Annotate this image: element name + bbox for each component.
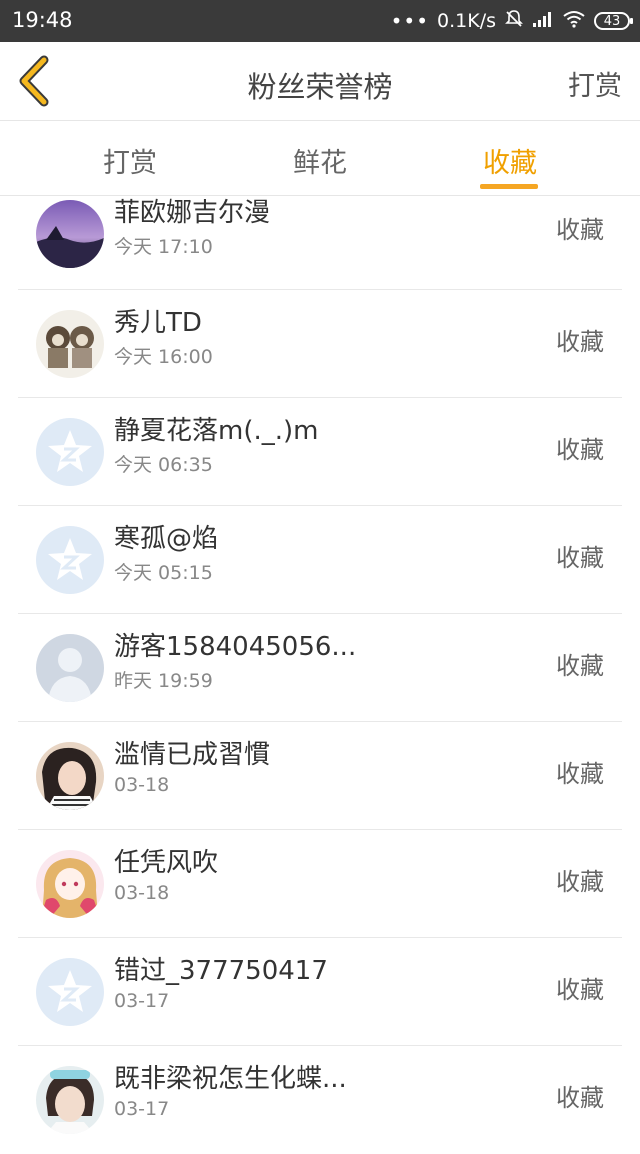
user-avatar — [36, 634, 104, 702]
user-time: 今天 05:15 — [114, 562, 213, 584]
user-time: 03-17 — [114, 990, 170, 1012]
battery-icon: 43 — [594, 12, 633, 30]
page-title: 粉丝荣誉榜 — [247, 70, 393, 104]
default-qzone-avatar-icon — [36, 526, 104, 594]
user-avatar — [36, 850, 104, 918]
user-name: 寒孤@焰 — [114, 524, 219, 554]
user-avatar — [36, 1066, 104, 1134]
action-type: 收藏 — [556, 544, 604, 572]
user-name: 菲欧娜吉尔漫 — [114, 198, 271, 228]
user-name: 错过_377750417 — [114, 956, 328, 986]
list-item[interactable]: 滥情已成習慣 03-18 收藏 — [18, 722, 622, 830]
network-speed: 0.1K/s — [437, 10, 496, 32]
user-time: 昨天 19:59 — [114, 670, 213, 692]
tab-reward[interactable]: 打赏 — [70, 141, 190, 180]
user-avatar — [36, 526, 104, 594]
status-right: ••• 0.1K/s 43 — [390, 8, 633, 34]
signal-icon — [532, 10, 554, 33]
app-header: 粉丝荣誉榜 打赏 — [0, 42, 640, 121]
action-type: 收藏 — [556, 328, 604, 356]
user-name: 任凭风吹 — [114, 848, 219, 878]
action-type: 收藏 — [556, 1084, 604, 1112]
user-time: 今天 17:10 — [114, 236, 213, 258]
action-type: 收藏 — [556, 436, 604, 464]
user-time: 今天 16:00 — [114, 346, 213, 368]
user-time: 今天 06:35 — [114, 454, 213, 476]
action-type: 收藏 — [556, 216, 604, 244]
notification-dots: ••• — [390, 9, 430, 33]
user-name: 游客1584045056... — [114, 632, 357, 662]
list-item[interactable]: 游客1584045056... 昨天 19:59 收藏 — [18, 614, 622, 722]
wifi-icon — [562, 10, 586, 33]
user-name: 秀儿TD — [114, 308, 202, 338]
list-item[interactable]: 任凭风吹 03-18 收藏 — [18, 830, 622, 938]
tab-flowers[interactable]: 鲜花 — [260, 141, 380, 180]
action-type: 收藏 — [556, 976, 604, 1004]
reward-button[interactable]: 打赏 — [568, 64, 622, 103]
user-time: 03-18 — [114, 774, 170, 796]
user-time: 03-17 — [114, 1098, 170, 1120]
action-type: 收藏 — [556, 760, 604, 788]
status-bar: 19:48 ••• 0.1K/s 43 — [0, 0, 640, 42]
user-avatar — [36, 310, 104, 378]
user-name: 既非梁祝怎生化蝶... — [114, 1064, 347, 1094]
default-qzone-avatar-icon — [36, 418, 104, 486]
action-type: 收藏 — [556, 652, 604, 680]
action-type: 收藏 — [556, 868, 604, 896]
user-avatar — [36, 200, 104, 268]
list-item[interactable]: 错过_377750417 03-17 收藏 — [18, 938, 622, 1046]
default-qzone-avatar-icon — [36, 958, 104, 1026]
user-time: 03-18 — [114, 882, 170, 904]
mute-icon — [504, 9, 524, 34]
list-item[interactable]: 静夏花落m(._.)m 今天 06:35 收藏 — [18, 398, 622, 506]
user-name: 滥情已成習慣 — [114, 740, 271, 770]
user-name: 静夏花落m(._.)m — [114, 416, 319, 446]
status-time: 19:48 — [12, 8, 73, 32]
list-item[interactable]: 寒孤@焰 今天 05:15 收藏 — [18, 506, 622, 614]
list-item[interactable]: 菲欧娜吉尔漫 今天 17:10 收藏 — [18, 182, 622, 290]
user-avatar — [36, 418, 104, 486]
list-item[interactable]: 秀儿TD 今天 16:00 收藏 — [18, 290, 622, 398]
user-avatar — [36, 958, 104, 1026]
user-avatar — [36, 742, 104, 810]
tab-favorites[interactable]: 收藏 — [450, 141, 570, 180]
default-person-avatar-icon — [36, 634, 104, 702]
